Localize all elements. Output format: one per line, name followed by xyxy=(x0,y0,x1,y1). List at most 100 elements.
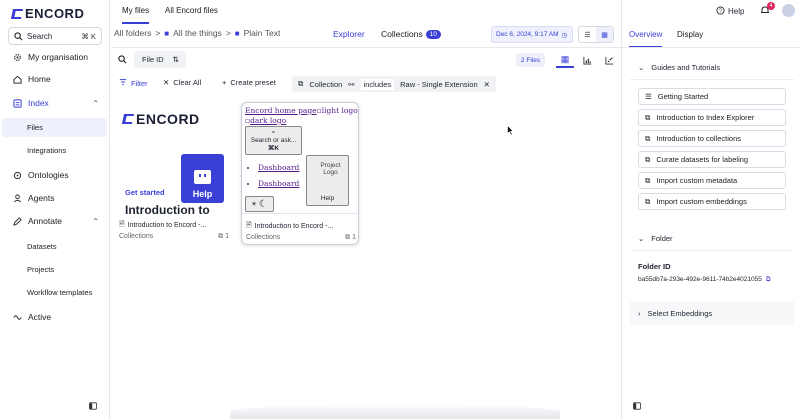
sort-field-value: File ID xyxy=(142,55,164,64)
sidebar-item-integrations[interactable]: Integrations xyxy=(2,141,107,160)
guide-curate-datasets[interactable]: ⧉ Curate datasets for labeling xyxy=(638,151,786,168)
layout-toggle: ☰ ▦ xyxy=(578,26,614,43)
sort-order-icon[interactable]: ⇅ xyxy=(173,55,179,64)
sidebar-item-files[interactable]: Files xyxy=(2,118,107,137)
sort-field-select[interactable]: File ID ⇅ xyxy=(134,51,186,68)
guide-import-metadata[interactable]: ⧉ Import custom metadata xyxy=(638,172,786,189)
collapse-panel-icon[interactable] xyxy=(633,402,641,412)
collection-icon: ⧉ xyxy=(298,79,304,88)
search-label: Search xyxy=(27,31,53,41)
breadcrumb-folder[interactable]: All the things xyxy=(173,28,222,38)
sidebar-search-button[interactable]: Search ⌘ K xyxy=(8,27,102,45)
project-logo-alt: Project Logo xyxy=(320,162,341,176)
list-icon: ☰ xyxy=(645,92,652,101)
sidebar-item-agents[interactable]: Agents xyxy=(0,188,109,208)
condition-operator[interactable]: includes xyxy=(360,78,395,90)
sidebar-item-my-organisation[interactable]: My organisation xyxy=(0,47,109,67)
grid-layout-icon[interactable]: ▦ xyxy=(556,52,574,68)
tab-explorer[interactable]: Explorer xyxy=(333,29,365,39)
guide-intro-index-explorer[interactable]: ⧉ Introduction to Index Explorer xyxy=(638,109,786,126)
help-label: Help xyxy=(320,195,335,202)
home-link-text: Encord home page xyxy=(245,106,317,115)
sidebar-item-label: Workflow templates xyxy=(27,288,93,297)
collections-count: ⧉ 1 xyxy=(345,234,356,241)
filter-condition-chip[interactable]: ⧉ Collection ⚯ includes Raw - Single Ext… xyxy=(292,76,496,92)
collections-count-value: 1 xyxy=(225,233,229,240)
remove-filter-icon[interactable]: ✕ xyxy=(484,80,490,89)
guide-intro-collections[interactable]: ⧉ Introduction to collections xyxy=(638,130,786,147)
create-preset-button[interactable]: + Create preset xyxy=(222,78,276,87)
create-preset-label: Create preset xyxy=(230,78,276,87)
sidebar-item-label: Home xyxy=(28,74,51,84)
breadcrumb-root[interactable]: All folders xyxy=(114,28,151,38)
thumbnail-divider xyxy=(242,213,358,214)
tab-all-encord-files[interactable]: All Encord files xyxy=(165,6,218,22)
date-value: Dec 6, 2024, 9:17 AM xyxy=(496,31,559,38)
broken-image-light-logo: ▫light logo xyxy=(316,106,358,115)
sidebar-item-label: Files xyxy=(27,123,43,132)
sidebar-item-home[interactable]: Home xyxy=(0,69,109,89)
encord-logo: ENCORD xyxy=(121,111,200,127)
embeddings-accordion-header[interactable]: › Select Embeddings xyxy=(630,301,794,325)
sidebar-item-label: Projects xyxy=(27,265,55,274)
guide-label: Introduction to Index Explorer xyxy=(656,113,755,122)
chevron-up-icon: ⌃ xyxy=(92,98,99,108)
clear-all-label: Clear All xyxy=(173,78,202,87)
guide-import-embeddings[interactable]: ⧉ Import custom embeddings xyxy=(638,193,786,210)
bar-chart-icon[interactable] xyxy=(578,52,596,68)
sidebar-item-projects[interactable]: Projects xyxy=(2,260,107,279)
chevron-right-icon: › xyxy=(638,308,641,318)
folder-icon: ■ xyxy=(164,28,170,38)
encord-logo[interactable]: ENCORD xyxy=(10,6,84,21)
sidebar-item-workflow-templates[interactable]: Workflow templates xyxy=(2,283,107,302)
sidebar-item-active[interactable]: Active xyxy=(0,307,109,327)
sidebar-item-index[interactable]: Index ⌃ xyxy=(0,93,109,113)
file-thumbnail: ENCORD Get started Introduction to Help xyxy=(115,102,233,217)
breadcrumb-separator: > xyxy=(155,28,161,38)
collapse-sidebar-icon[interactable] xyxy=(89,402,97,412)
folder-id-label: Folder ID xyxy=(638,262,671,271)
scatter-plot-icon[interactable] xyxy=(600,52,618,68)
sidebar-item-annotate[interactable]: Annotate ⌃ xyxy=(0,211,109,231)
clear-all-button[interactable]: ✕ Clear All xyxy=(163,78,201,87)
search-ask-shortcut: ⌘K xyxy=(267,145,280,152)
top-bar: My files All Encord files All folders > … xyxy=(111,0,621,48)
list-view-icon[interactable]: ☰ xyxy=(579,27,596,42)
collections-count-value: 1 xyxy=(352,234,356,241)
collections-count: ⧉ 1 xyxy=(218,233,229,240)
guides-accordion-header[interactable]: ⌄ Guides and Tutorials xyxy=(630,56,794,80)
tab-overview[interactable]: Overview xyxy=(629,30,663,48)
help-widget: Help xyxy=(181,154,224,203)
guide-getting-started[interactable]: ☰ Getting Started xyxy=(638,88,786,105)
collections-label: Collections xyxy=(246,234,281,241)
light-logo-alt: light logo xyxy=(321,106,358,115)
sidebar-item-datasets[interactable]: Datasets xyxy=(2,237,107,256)
grid-view-icon[interactable]: ▦ xyxy=(596,27,613,42)
moon-icon: ☾ xyxy=(258,198,268,210)
sidebar-item-ontologies[interactable]: Ontologies xyxy=(0,165,109,185)
breadcrumb-current[interactable]: Plain Text xyxy=(244,28,281,38)
chevron-down-icon: ⌄ xyxy=(638,234,645,243)
search-icon[interactable] xyxy=(118,55,127,66)
robot-icon xyxy=(194,170,211,184)
close-icon: ✕ xyxy=(163,78,170,87)
file-card[interactable]: ENCORD Get started Introduction to Help … xyxy=(115,102,233,245)
tab-display[interactable]: Display xyxy=(677,30,703,46)
document-icon: 🗎 xyxy=(119,221,125,228)
tab-my-files[interactable]: My files xyxy=(122,6,150,24)
dashboard-link: Dashboard xyxy=(258,163,299,172)
condition-value[interactable]: Raw - Single Extension xyxy=(400,80,478,89)
date-picker[interactable]: Dec 6, 2024, 9:17 AM ◷ xyxy=(491,26,573,43)
file-meta: Collections ⧉ 1 xyxy=(246,234,356,242)
file-card-selected[interactable]: Encord home page▫light logo ▫dark logo ⌕… xyxy=(241,102,359,245)
external-link-icon: ⧉ xyxy=(645,175,651,185)
sidebar: ENCORD Search ⌘ K My organisation Home I… xyxy=(0,0,110,419)
filter-button[interactable]: Filter xyxy=(119,78,148,88)
copy-icon[interactable]: ⧉ xyxy=(766,276,771,284)
sidebar-item-label: Agents xyxy=(28,193,55,203)
folder-accordion-header[interactable]: ⌄ Folder xyxy=(630,227,794,251)
folder-title: Folder xyxy=(651,234,673,243)
tab-collections-label: Collections xyxy=(381,29,423,39)
dashboard-link: Dashboard xyxy=(258,179,299,188)
tab-collections[interactable]: Collections 10 xyxy=(381,29,441,39)
